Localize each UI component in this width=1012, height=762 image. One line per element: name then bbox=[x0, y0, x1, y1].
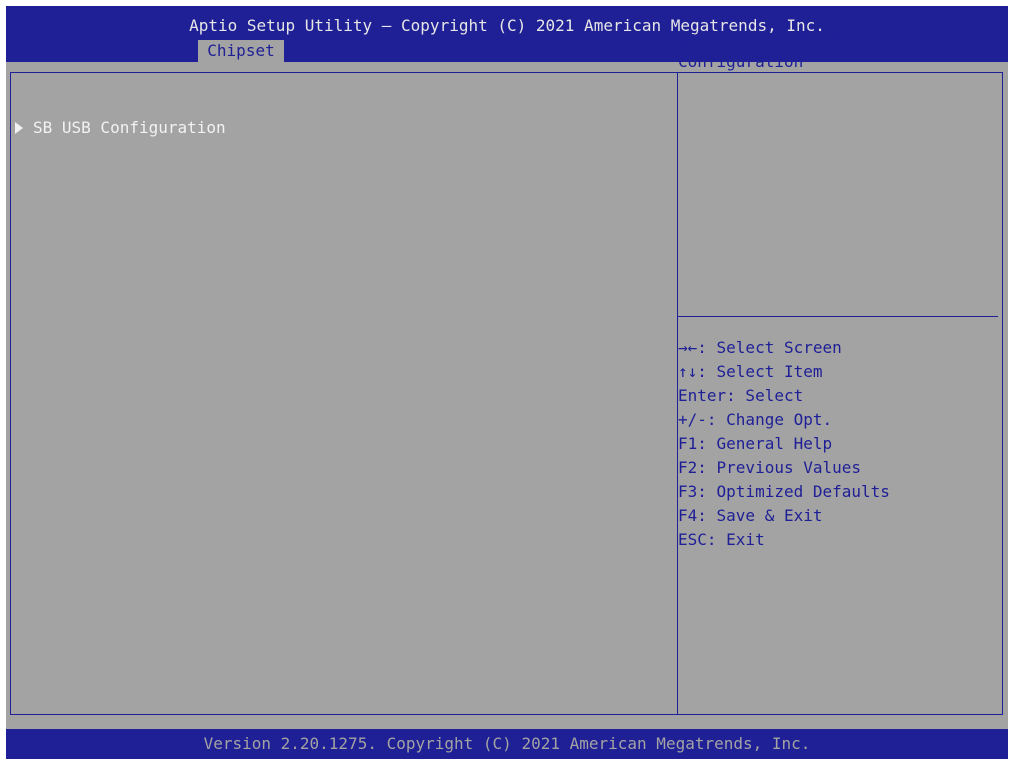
menu-item-sb-usb-configuration[interactable]: SB USB Configuration bbox=[15, 117, 226, 139]
version-text: Version 2.20.1275. Copyright (C) 2021 Am… bbox=[203, 734, 811, 753]
key-hint-f2: F2: Previous Values bbox=[678, 458, 862, 477]
key-legend: →←: Select Screen ↑↓: Select Item Enter:… bbox=[678, 336, 988, 552]
key-hint-enter: Enter: Select bbox=[678, 386, 804, 405]
key-hint-f1: F1: General Help bbox=[678, 434, 833, 453]
menu-item-label: SB USB Configuration bbox=[33, 118, 226, 137]
tab-chipset[interactable]: Chipset bbox=[198, 40, 284, 62]
key-hint-f3: F3: Optimized Defaults bbox=[678, 482, 890, 501]
submenu-arrow-icon bbox=[15, 122, 23, 134]
help-line: Configuration bbox=[678, 52, 804, 71]
item-help-panel: Options For SB USB Configuration bbox=[678, 26, 978, 74]
bios-screen: Aptio Setup Utility – Copyright (C) 2021… bbox=[6, 6, 1008, 759]
help-line: Options For SB USB bbox=[678, 28, 852, 47]
help-divider bbox=[678, 316, 998, 317]
key-hint-change-opt: +/-: Change Opt. bbox=[678, 410, 833, 429]
key-hint-esc: ESC: Exit bbox=[678, 530, 765, 549]
footer-bar: Version 2.20.1275. Copyright (C) 2021 Am… bbox=[6, 729, 1008, 759]
key-hint-select-screen: →←: Select Screen bbox=[678, 338, 842, 357]
key-hint-f4: F4: Save & Exit bbox=[678, 506, 823, 525]
key-hint-select-item: ↑↓: Select Item bbox=[678, 362, 823, 381]
